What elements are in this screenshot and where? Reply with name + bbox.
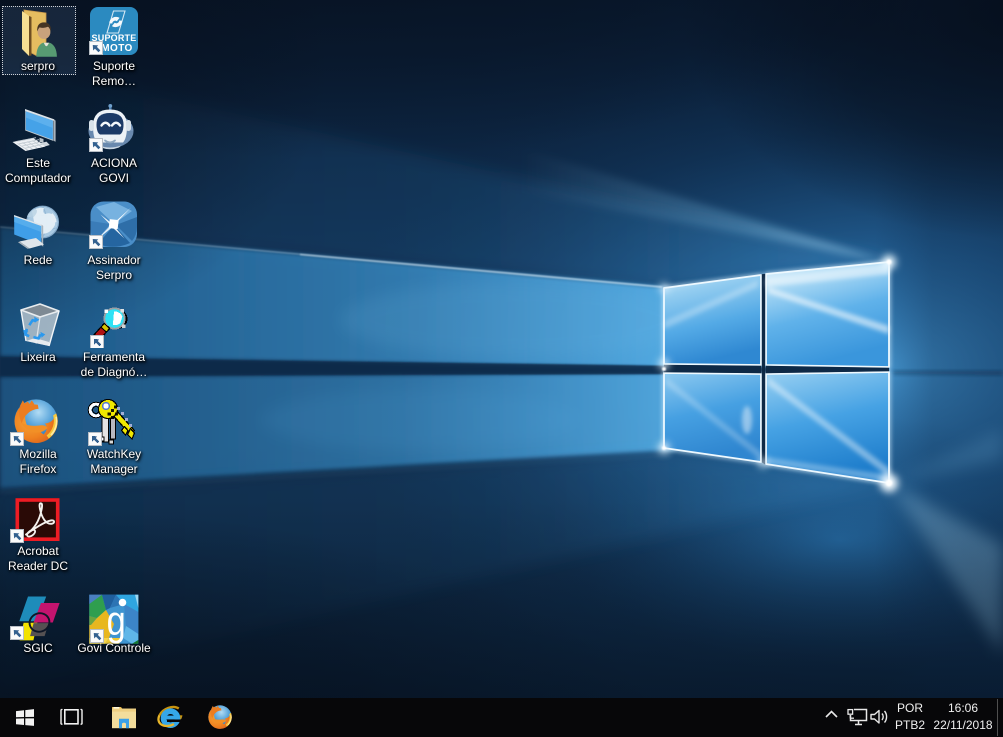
- svg-text:MOTO: MOTO: [101, 43, 132, 54]
